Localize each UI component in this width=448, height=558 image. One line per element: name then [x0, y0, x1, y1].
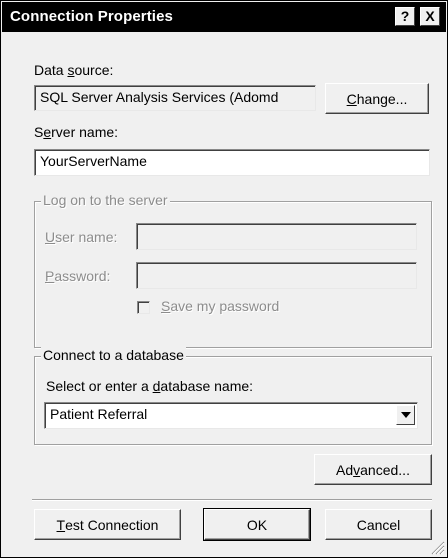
- server-name-label: Server name:: [34, 124, 119, 140]
- save-password-checkbox[interactable]: [137, 301, 150, 314]
- title-bar[interactable]: Connection Properties ? X: [2, 2, 446, 32]
- database-combobox-value: Patient Referral: [50, 406, 148, 422]
- connection-properties-dialog: Connection Properties ? X Data source: S…: [0, 0, 448, 558]
- test-connection-button[interactable]: Test Connection: [34, 509, 181, 540]
- logon-group-title: Log on to the server: [41, 192, 170, 208]
- advanced-button[interactable]: Ad v anced...: [314, 454, 432, 485]
- chevron-down-icon: [400, 412, 411, 418]
- database-select-label: Select or enter a database name:: [46, 378, 254, 394]
- dropdown-arrow-button[interactable]: [396, 405, 415, 425]
- password-label: Password:: [45, 268, 111, 284]
- cancel-button[interactable]: Cancel: [325, 509, 432, 540]
- dialog-title: Connection Properties: [10, 8, 173, 25]
- close-button[interactable]: X: [420, 7, 440, 26]
- data-source-field: SQL Server Analysis Services (Adomd: [34, 85, 316, 111]
- change-button[interactable]: Change...: [325, 83, 429, 114]
- save-password-label: Save my password: [161, 298, 280, 314]
- ok-button[interactable]: OK: [203, 508, 311, 541]
- database-combobox[interactable]: Patient Referral: [44, 402, 418, 429]
- data-source-label: Data source:: [34, 62, 114, 78]
- user-name-label: User name:: [45, 229, 118, 245]
- user-name-input[interactable]: [136, 223, 417, 250]
- separator: [32, 499, 432, 501]
- help-button[interactable]: ?: [395, 7, 415, 26]
- resize-grip-icon[interactable]: [429, 539, 445, 555]
- server-name-input[interactable]: YourServerName: [34, 149, 430, 176]
- password-input[interactable]: [136, 262, 417, 289]
- database-group: [34, 356, 432, 445]
- database-group-title: Connect to a database: [41, 347, 186, 363]
